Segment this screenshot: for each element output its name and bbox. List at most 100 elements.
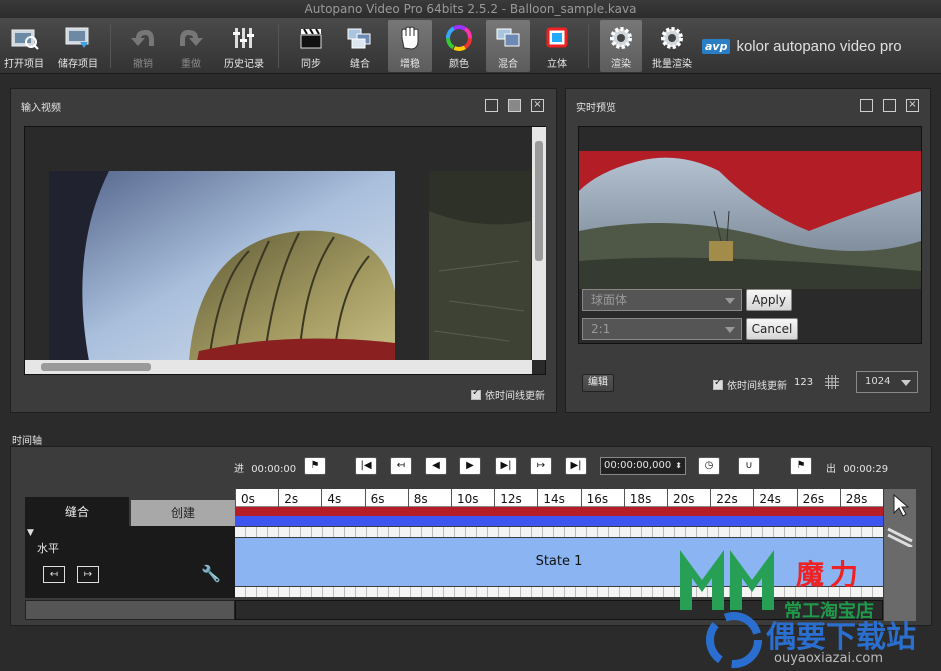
hand-icon xyxy=(401,26,419,50)
count-label: 123 xyxy=(794,377,814,388)
preview-timeline-update-checkbox[interactable]: 依时间线更新 xyxy=(713,377,787,392)
ruler-tick: 8s xyxy=(407,489,451,507)
watermark-logo-text: 魔力 xyxy=(796,558,865,591)
apply-button[interactable]: Apply xyxy=(746,289,792,311)
preview-panel: 实时预览 × 球面体 Apply 2:1 Cancel 编辑 依时间线更新 12… xyxy=(565,88,931,413)
preview-panel-controls: × xyxy=(860,99,919,112)
magnet-icon: ∪ xyxy=(745,460,753,471)
wrench-icon[interactable]: 🔧 xyxy=(201,564,221,583)
maximize-icon[interactable] xyxy=(883,99,896,112)
out-point-label: 出 00:00:29 xyxy=(826,464,889,475)
input-video-viewport[interactable] xyxy=(24,126,546,375)
toolbar-separator xyxy=(278,24,279,68)
vertical-scroll-thumb[interactable] xyxy=(535,141,543,261)
edit-button[interactable]: 编辑 xyxy=(582,374,614,392)
popout-icon[interactable] xyxy=(860,99,873,112)
grid-icon[interactable] xyxy=(825,375,839,389)
ratio-select[interactable]: 2:1 xyxy=(582,318,742,340)
prev-keyframe-button[interactable]: ↤ xyxy=(390,457,412,475)
tab-create[interactable]: 创建 xyxy=(131,500,235,527)
history-icon xyxy=(233,28,254,48)
maximize-icon[interactable] xyxy=(508,99,521,112)
in-time: 00:00:00 xyxy=(251,464,297,475)
clapper-icon xyxy=(300,28,322,49)
frame-strip-top xyxy=(235,527,883,537)
cancel-button[interactable]: Cancel xyxy=(746,318,798,340)
chevron-down-icon xyxy=(901,380,911,386)
go-to-end-button[interactable]: ▶| xyxy=(565,457,587,475)
ruler-tick: 16s xyxy=(580,489,624,507)
history-button[interactable]: 历史记录 xyxy=(220,20,268,72)
set-out-button[interactable]: ⚑ xyxy=(790,457,812,475)
next-keyframe-icon: ↦ xyxy=(536,460,546,471)
save-project-button[interactable]: 储存项目 xyxy=(54,20,102,72)
horizontal-scroll-thumb[interactable] xyxy=(41,363,151,371)
play-button[interactable]: ▶ xyxy=(459,457,481,475)
open-project-button[interactable]: 打开项目 xyxy=(2,20,46,72)
stabilize-button[interactable]: 增稳 xyxy=(388,20,432,72)
popout-icon[interactable] xyxy=(485,99,498,112)
balloon-frame-right xyxy=(429,171,531,361)
track-header: ▼ 水平 ↤ ↦ 🔧 xyxy=(25,526,235,598)
expand-triangle-icon[interactable]: ▼ xyxy=(27,528,34,538)
color-button[interactable]: 颜色 xyxy=(438,20,480,72)
step-forward-button[interactable]: ▶| xyxy=(495,457,517,475)
group-label: 水平 xyxy=(37,542,59,555)
input-video-panel: 输入视频 × 依时间线更新 xyxy=(10,88,557,413)
input-panel-controls: × xyxy=(485,99,544,112)
speed-button[interactable]: ◷ xyxy=(698,457,720,475)
time-ruler[interactable]: 0s 2s 4s 6s 8s 10s 12s 14s 16s 18s 20s 22s 24s 26s 28s xyxy=(235,489,883,507)
magnet-button[interactable]: ∪ xyxy=(738,457,760,475)
go-to-start-button[interactable]: |◀ xyxy=(355,457,377,475)
tab-stitch[interactable]: 缝合 xyxy=(25,497,129,527)
main-toolbar: 打开项目 储存项目 撤销 重做 历史记录 同步 缝合 增稳 颜色 混合 立体 渲… xyxy=(0,18,941,74)
blue-track[interactable] xyxy=(235,516,883,526)
ruler-tick: 26s xyxy=(796,489,840,507)
step-back-button[interactable]: ◀ xyxy=(425,457,447,475)
open-project-icon xyxy=(11,29,39,50)
timecode-input[interactable]: 00:00:00,000 ⬍ xyxy=(600,457,686,475)
step-back-icon: ◀ xyxy=(432,460,440,471)
sync-button[interactable]: 同步 xyxy=(290,20,332,72)
batch-render-button[interactable]: 批量渲染 xyxy=(648,20,696,72)
batch-gear-icon xyxy=(661,27,683,49)
checkbox-box[interactable] xyxy=(471,387,481,400)
blend-button[interactable]: 混合 xyxy=(486,20,530,72)
ribbon-icon[interactable] xyxy=(886,525,914,547)
stopwatch-icon: ◷ xyxy=(704,460,714,471)
align-left-icon[interactable]: ↤ xyxy=(43,566,65,583)
brand-badge: avp xyxy=(702,38,731,54)
next-keyframe-button[interactable]: ↦ xyxy=(530,457,552,475)
stitch-button[interactable]: 缝合 xyxy=(338,20,382,72)
ruler-tick: 12s xyxy=(494,489,537,507)
input-horizontal-scrollbar[interactable] xyxy=(25,360,532,374)
red-track[interactable] xyxy=(235,507,883,516)
checkbox-box[interactable] xyxy=(713,377,723,390)
preview-viewport[interactable] xyxy=(578,126,922,344)
stereo-button[interactable]: 立体 xyxy=(536,20,578,72)
close-icon[interactable]: × xyxy=(531,99,544,112)
gear-icon xyxy=(610,27,632,49)
input-vertical-scrollbar[interactable] xyxy=(532,127,546,360)
ruler-tick: 10s xyxy=(451,489,494,507)
timeline-title: 时间轴 xyxy=(12,436,42,447)
close-icon[interactable]: × xyxy=(906,99,919,112)
input-timeline-update-checkbox[interactable]: 依时间线更新 xyxy=(471,387,545,402)
redo-button[interactable]: 重做 xyxy=(170,20,212,72)
watermark-swirl-icon xyxy=(706,612,762,668)
flag-icon: ⚑ xyxy=(796,460,806,471)
watermark-site-text: 偶要下载站 xyxy=(766,620,916,655)
set-in-button[interactable]: ⚑ xyxy=(304,457,326,475)
align-right-icon[interactable]: ↦ xyxy=(77,566,99,583)
resolution-select[interactable]: 1024 xyxy=(856,371,918,393)
stepper-icon[interactable]: ⬍ xyxy=(675,458,682,474)
pointer-icon[interactable] xyxy=(890,493,910,517)
render-button[interactable]: 渲染 xyxy=(600,20,642,72)
redo-icon xyxy=(180,30,203,46)
toolbar-separator xyxy=(588,24,589,68)
ruler-tick: 24s xyxy=(753,489,796,507)
input-panel-title: 输入视频 xyxy=(21,103,61,114)
undo-button[interactable]: 撤销 xyxy=(122,20,164,72)
brand-text: kolor autopano video pro xyxy=(736,37,902,55)
projection-select[interactable]: 球面体 xyxy=(582,289,742,311)
